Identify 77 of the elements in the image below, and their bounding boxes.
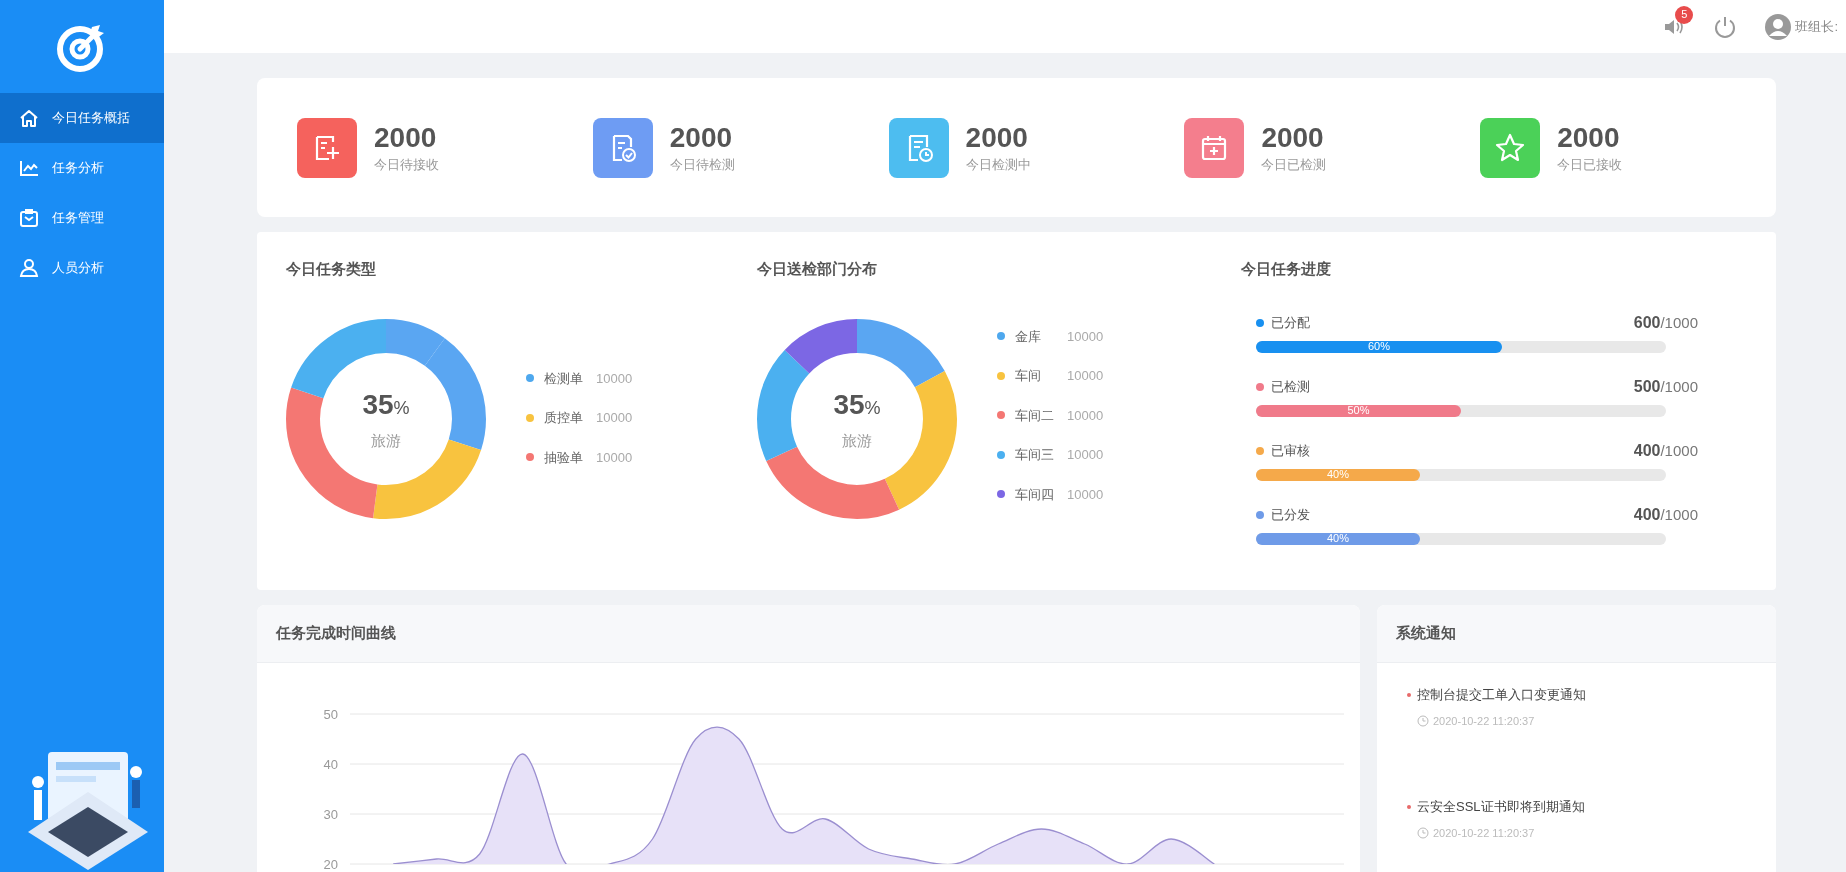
- legend-label: 金库: [1015, 327, 1042, 346]
- progress-total: /1000: [1660, 312, 1698, 333]
- axis-tick-label: 30: [323, 807, 338, 822]
- notice-time: 2020-10-22 11:20:37: [1433, 713, 1535, 729]
- stat-label: 今日待接收: [374, 155, 439, 174]
- axis-tick-label: 50: [323, 707, 338, 722]
- legend-value: 10000: [1067, 485, 1104, 504]
- home-icon: [18, 107, 40, 129]
- user-icon: [18, 257, 40, 279]
- avatar-icon[interactable]: [1765, 13, 1792, 40]
- legend-label: 质控单: [544, 409, 584, 427]
- center-unit: %: [393, 398, 410, 421]
- legend-value: 10000: [596, 409, 633, 427]
- stat-value: 2000: [669, 120, 734, 155]
- center-unit: %: [864, 398, 881, 421]
- progress-total: /1000: [1660, 440, 1698, 461]
- clipboard-icon: [18, 207, 40, 229]
- progress-value: 400: [1633, 440, 1661, 461]
- legend-value: 10000: [596, 369, 633, 388]
- center-value: 35: [833, 388, 865, 423]
- progress-percent: 40%: [1327, 469, 1349, 480]
- center-label: 旅游: [371, 431, 401, 452]
- center-label: 旅游: [842, 431, 872, 452]
- sidebar-item[interactable]: 今日任务概括: [0, 93, 164, 143]
- legend-value: 10000: [596, 448, 633, 467]
- legend-label: 车间四: [1015, 485, 1055, 504]
- section-title: 今日任务进度: [1241, 259, 1332, 279]
- card-title: 任务完成时间曲线: [276, 623, 396, 644]
- user-label: 班组长:: [1795, 17, 1838, 36]
- legend-value: 10000: [1067, 406, 1104, 425]
- notice-link[interactable]: 云安全SSL证书即将到期通知: [1417, 797, 1585, 817]
- legend-value: 10000: [1067, 367, 1104, 385]
- progress-label: 已审核: [1271, 441, 1310, 460]
- progress-value: 600: [1633, 312, 1661, 333]
- stat-value: 2000: [374, 120, 438, 155]
- sidebar-item[interactable]: 任务分析: [0, 143, 164, 193]
- progress-total: /1000: [1660, 376, 1698, 397]
- section-title: 今日送检部门分布: [757, 259, 878, 279]
- section-title: 今日任务类型: [286, 259, 377, 279]
- legend-label: 检测单: [544, 369, 584, 388]
- progress-percent: 60%: [1368, 341, 1390, 352]
- notice-link[interactable]: 控制台提交工单入口变更通知: [1417, 685, 1586, 705]
- card-title: 系统通知: [1396, 623, 1456, 644]
- stat-value: 2000: [965, 120, 1029, 155]
- legend-label: 抽验单: [544, 448, 584, 467]
- speaker-icon[interactable]: [1663, 17, 1686, 36]
- stat-label: 今日待检测: [669, 155, 735, 174]
- legend-label: 车间: [1015, 367, 1042, 385]
- bullet-icon: [1407, 692, 1411, 697]
- sidebar-item[interactable]: 任务管理: [0, 193, 164, 243]
- stat-label: 今日已检测: [1261, 155, 1327, 174]
- progress-label: 已分配: [1271, 313, 1310, 332]
- progress-percent: 40%: [1327, 533, 1349, 544]
- power-icon[interactable]: [1713, 14, 1738, 39]
- sidebar-item[interactable]: 人员分析: [0, 243, 164, 293]
- progress-total: /1000: [1660, 504, 1698, 525]
- stat-label: 今日检测中: [965, 155, 1031, 174]
- notice-time: 2020-10-22 11:20:37: [1433, 825, 1535, 841]
- progress-value: 400: [1633, 504, 1661, 525]
- axis-tick-label: 20: [323, 857, 338, 872]
- legend-label: 车间二: [1015, 406, 1055, 425]
- stat-value: 2000: [1261, 120, 1325, 155]
- progress-percent: 50%: [1347, 405, 1370, 416]
- clock-icon: [1417, 826, 1429, 839]
- stat-label: 今日已接收: [1557, 155, 1623, 174]
- progress-label: 已分发: [1271, 505, 1310, 524]
- bullet-icon: [1407, 804, 1411, 809]
- center-value: 35: [362, 388, 394, 423]
- clock-icon: [1417, 714, 1429, 727]
- progress-value: 500: [1633, 376, 1661, 397]
- stat-value: 2000: [1557, 120, 1621, 155]
- legend-label: 车间三: [1015, 446, 1055, 464]
- progress-label: 已检测: [1271, 377, 1310, 396]
- notification-badge: 5: [1675, 5, 1694, 24]
- axis-tick-label: 40: [323, 757, 338, 772]
- legend-value: 10000: [1067, 327, 1104, 346]
- legend-value: 10000: [1067, 446, 1104, 464]
